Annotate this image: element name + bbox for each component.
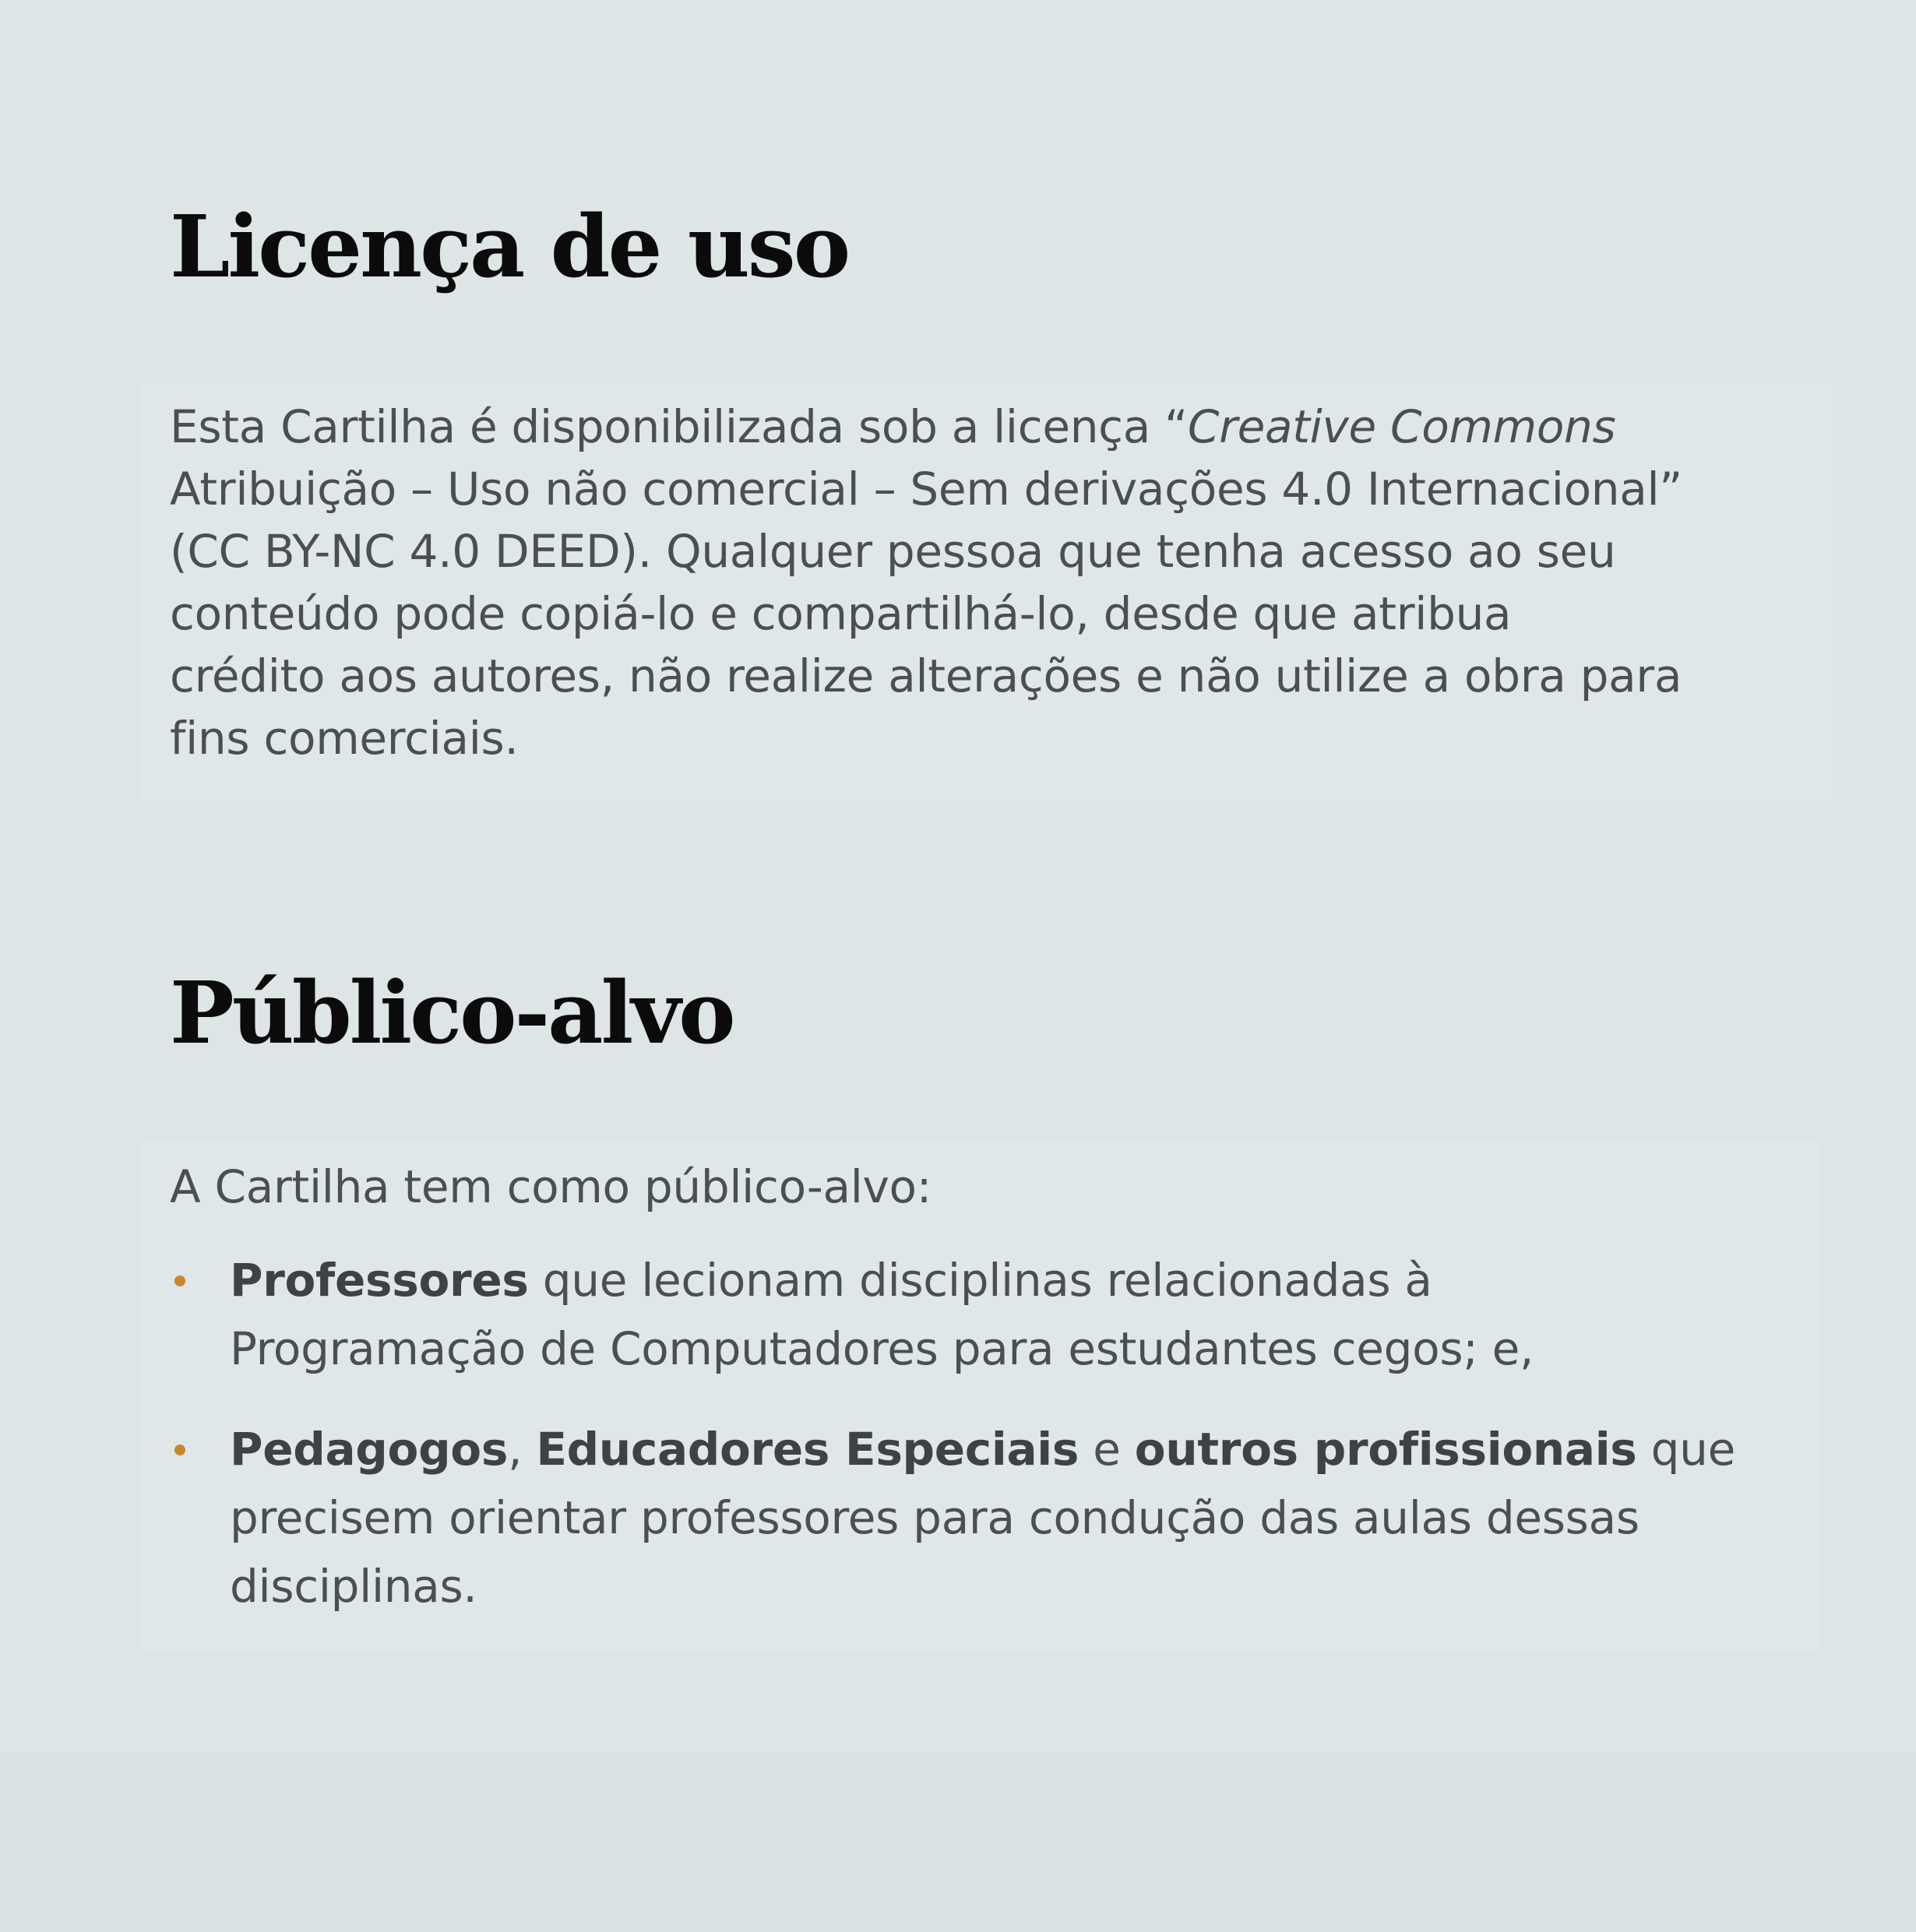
list-item-segment: , — [508, 1423, 537, 1476]
list-item-line: Programação de Computadores para estudan… — [230, 1322, 1534, 1375]
bold-term: Educadores Especiais — [536, 1423, 1080, 1476]
licenca-line: crédito aos autores, não realize alteraç… — [170, 645, 1837, 707]
bold-term: Pedagogos — [230, 1423, 509, 1476]
list-item-text: Professores que lecionam disciplinas rel… — [230, 1246, 1829, 1383]
licenca-line: conteúdo pode copiá-lo e compartilhá-lo,… — [170, 582, 1837, 645]
bold-term: outros profissionais — [1134, 1423, 1637, 1476]
list-item-text: Pedagogos, Educadores Especiais e outros… — [230, 1415, 1829, 1621]
list-item-segment: que lecionam disciplinas relacionadas à — [528, 1254, 1432, 1307]
publico-intro: A Cartilha tem como público-alvo: — [170, 1160, 932, 1213]
licenca-line-text: (CC BY-NC 4.0 DEED). Qualquer pessoa que… — [170, 525, 1616, 578]
page: Licença de uso Esta Cartilha é disponibi… — [0, 0, 1916, 1752]
licenca-line-text: Atribuição – Uso não comercial – Sem der… — [170, 463, 1683, 516]
section-title-licenca: Licença de uso — [170, 196, 851, 297]
list-item-line: Professores que lecionam disciplinas rel… — [230, 1246, 1829, 1314]
bullet-icon — [174, 1276, 185, 1286]
licenca-line: (CC BY-NC 4.0 DEED). Qualquer pessoa que… — [170, 520, 1837, 582]
licenca-line: Atribuição – Uso não comercial – Sem der… — [170, 458, 1837, 520]
licenca-line: fins comerciais. — [170, 707, 1837, 769]
licenca-line-text: Esta Cartilha é disponibilizada sob a li… — [170, 400, 1188, 453]
list-item: Professores que lecionam disciplinas rel… — [170, 1246, 1829, 1383]
list-item-line: Pedagogos, Educadores Especiais e outros… — [230, 1415, 1829, 1483]
bullet-icon — [174, 1445, 185, 1455]
list-item-segment: e — [1079, 1423, 1135, 1476]
list-item-segment: que — [1636, 1423, 1736, 1476]
list-item: Pedagogos, Educadores Especiais e outros… — [170, 1415, 1829, 1621]
licenca-line-text: crédito aos autores, não realize alteraç… — [170, 649, 1682, 702]
licenca-line-text: conteúdo pode copiá-lo e compartilhá-lo,… — [170, 587, 1512, 640]
list-item-line: disciplinas. — [230, 1560, 477, 1613]
licenca-line: Esta Cartilha é disponibilizada sob a li… — [170, 396, 1837, 458]
bold-term: Professores — [230, 1254, 529, 1307]
licenca-paragraph: Esta Cartilha é disponibilizada sob a li… — [170, 396, 1837, 769]
list-item-line: precisem orientar professores para condu… — [230, 1491, 1640, 1544]
licenca-line-text: fins comerciais. — [170, 712, 519, 765]
licenca-line-italic: Creative Commons — [1187, 400, 1616, 453]
section-title-publico: Público-alvo — [170, 962, 736, 1063]
